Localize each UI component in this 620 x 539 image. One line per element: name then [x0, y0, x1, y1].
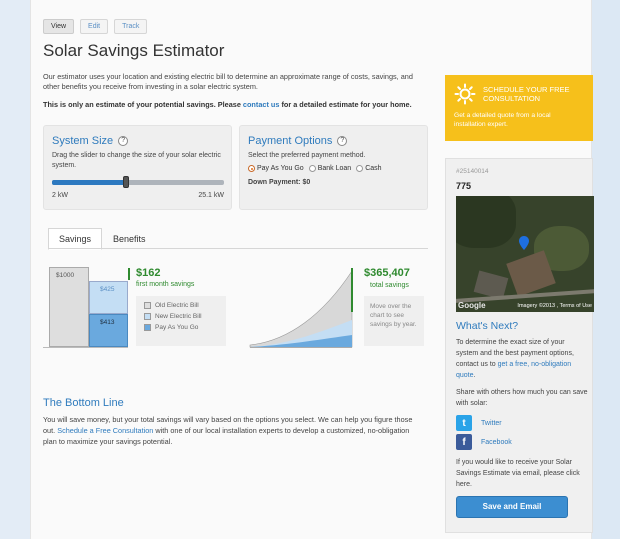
- whats-next-period: .: [473, 372, 476, 379]
- save-and-email-button[interactable]: Save and Email: [456, 496, 568, 518]
- tabs-divider: [48, 248, 428, 249]
- tab-view[interactable]: View: [43, 19, 75, 34]
- map-pin-icon[interactable]: [519, 236, 529, 250]
- total-savings-label: total savings: [370, 282, 409, 289]
- estimate-notice: This is only an estimate of your potenti…: [43, 100, 438, 109]
- new-bill-label: $425: [100, 286, 115, 293]
- twitter-share[interactable]: t Twitter: [456, 415, 502, 431]
- payment-radio-group: Pay As You Go Bank Loan Cash: [248, 165, 419, 172]
- bottom-line-title: The Bottom Line: [43, 397, 124, 409]
- new-bill-bar: $425: [89, 281, 128, 314]
- twitter-link[interactable]: Twitter: [481, 420, 502, 427]
- property-id: #25140014: [456, 168, 489, 175]
- legend-label: Pay As You Go: [155, 324, 199, 331]
- tab-track[interactable]: Track: [114, 19, 148, 34]
- twitter-icon[interactable]: t: [456, 415, 472, 431]
- system-size-description: Drag the slider to change the size of yo…: [52, 152, 221, 169]
- consult-subtitle: Get a detailed quote from a local instal…: [454, 112, 551, 128]
- legend-swatch: [144, 313, 151, 320]
- slider-max-label: 25.1 kW: [198, 192, 224, 199]
- system-size-heading: System Size: [52, 135, 114, 147]
- slider-range: 2 kW 25.1 kW: [52, 191, 224, 201]
- tab-edit[interactable]: Edit: [80, 19, 109, 34]
- facebook-icon[interactable]: f: [456, 434, 472, 450]
- slider-min-label: 2 kW: [52, 192, 68, 199]
- result-tabs: Savings Benefits: [48, 228, 157, 250]
- system-size-panel: System Size? Drag the slider to change t…: [43, 125, 232, 210]
- view-tabs: View Edit Track: [43, 19, 148, 34]
- radio-label: Cash: [365, 165, 382, 172]
- contact-us-link[interactable]: contact us: [243, 100, 280, 109]
- payment-description: Select the preferred payment method.: [248, 152, 366, 159]
- property-number: 775: [456, 181, 472, 191]
- legend-pay-as-you-go: Pay As You Go: [144, 324, 218, 331]
- radio-pay-as-you-go[interactable]: Pay As You Go: [248, 165, 304, 172]
- whats-next-title: What's Next?: [456, 320, 519, 332]
- whats-next-text: To determine the exact size of your syst…: [456, 337, 586, 381]
- system-size-title: System Size?: [52, 135, 223, 147]
- radio-cash[interactable]: Cash: [356, 165, 382, 172]
- slider-handle[interactable]: [123, 176, 129, 188]
- radio-label: Pay As You Go: [257, 165, 304, 172]
- payment-options-panel: Payment Options? Select the preferred pa…: [239, 125, 428, 210]
- system-size-slider[interactable]: [52, 176, 224, 188]
- old-bill-bar: $1000: [49, 267, 89, 347]
- total-savings-value: $365,407: [364, 267, 410, 279]
- first-month-value: $162: [136, 267, 161, 279]
- tab-benefits[interactable]: Benefits: [102, 228, 157, 250]
- legend-label: New Electric Bill: [155, 313, 202, 320]
- schedule-consultation-link[interactable]: Schedule a Free Consultation: [57, 426, 153, 435]
- facebook-share[interactable]: f Facebook: [456, 434, 512, 450]
- main-page: View Edit Track Solar Savings Estimator …: [30, 0, 594, 539]
- pay-as-you-go-label: $413: [100, 319, 115, 326]
- page-gutter-right: [592, 0, 620, 539]
- email-prompt: If you would like to receive your Solar …: [456, 459, 580, 488]
- consult-title: SCHEDULE YOUR FREE CONSULTATION: [483, 85, 570, 103]
- consult-header: SCHEDULE YOUR FREE CONSULTATION: [454, 83, 584, 105]
- legend-swatch: [144, 302, 151, 309]
- legend-swatch: [144, 324, 151, 331]
- first-month-marker: [128, 268, 130, 280]
- down-payment: Down Payment: $0: [248, 179, 311, 186]
- system-size-help-icon[interactable]: ?: [118, 136, 129, 146]
- total-savings-chart[interactable]: [248, 265, 354, 348]
- google-logo: Google: [458, 301, 486, 310]
- first-month-label: first month savings: [136, 281, 195, 288]
- intro-text: Our estimator uses your location and exi…: [43, 72, 413, 91]
- chart-hover-hint: Move over the chart to see savings by ye…: [364, 296, 424, 346]
- page-title: Solar Savings Estimator: [43, 41, 225, 60]
- radio-dot[interactable]: [308, 165, 316, 172]
- bottom-line-text: You will save money, but your total savi…: [43, 414, 413, 447]
- notice-prefix: This is only an estimate of your potenti…: [43, 100, 243, 109]
- notice-suffix: for a detailed estimate for your home.: [279, 100, 412, 109]
- monthly-bill-chart: $1000 $425 $413: [43, 265, 128, 348]
- schedule-consultation-card[interactable]: SCHEDULE YOUR FREE CONSULTATION Get a de…: [445, 75, 593, 141]
- radio-label: Bank Loan: [317, 165, 352, 172]
- radio-bank-loan[interactable]: Bank Loan: [308, 165, 352, 172]
- sun-icon: [454, 83, 476, 105]
- share-text: Share with others how much you can save …: [456, 389, 588, 407]
- pay-as-you-go-bar: $413: [89, 314, 128, 347]
- payment-help-icon[interactable]: ?: [337, 136, 348, 146]
- property-sidebar: #25140014 775 Google Imagery ©2013 , Ter…: [445, 158, 594, 533]
- payment-options-title: Payment Options?: [248, 135, 419, 147]
- map-credit[interactable]: Imagery ©2013 , Terms of Use: [517, 303, 592, 309]
- old-bill-label: $1000: [56, 272, 75, 279]
- facebook-link[interactable]: Facebook: [481, 439, 512, 446]
- bill-legend: Old Electric Bill New Electric Bill Pay …: [136, 296, 226, 346]
- legend-old-bill: Old Electric Bill: [144, 302, 218, 309]
- legend-new-bill: New Electric Bill: [144, 313, 218, 320]
- radio-dot[interactable]: [356, 165, 364, 172]
- page-gutter-left: [0, 0, 30, 539]
- slider-fill: [52, 180, 126, 185]
- legend-label: Old Electric Bill: [155, 302, 199, 309]
- satellite-map[interactable]: Google Imagery ©2013 , Terms of Use: [456, 196, 594, 312]
- map-tree-patch: [456, 196, 516, 248]
- tab-savings[interactable]: Savings: [48, 228, 103, 250]
- total-savings-marker: [351, 268, 353, 312]
- radio-dot-selected[interactable]: [248, 165, 255, 172]
- payment-heading: Payment Options: [248, 135, 333, 147]
